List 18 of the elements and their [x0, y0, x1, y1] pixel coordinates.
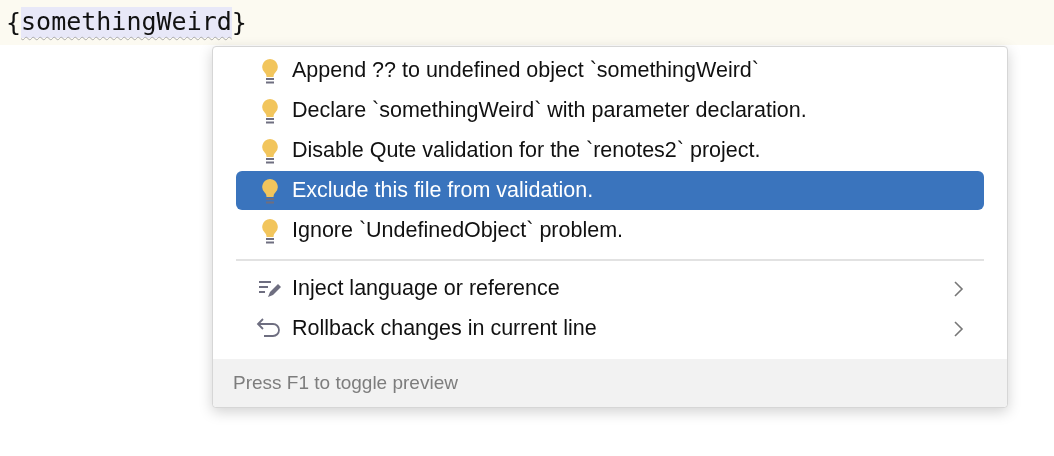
chevron-right-icon: [952, 319, 964, 338]
light-bulb-icon: [261, 217, 279, 244]
light-bulb-icon: [261, 137, 279, 164]
menu-item[interactable]: Disable Qute validation for the `renotes2` project.: [236, 131, 984, 170]
menu-item[interactable]: Rollback changes in current line: [236, 309, 984, 348]
menu-item[interactable]: Declare `somethingWeird` with parameter declaration.: [236, 91, 984, 130]
popup-footer-hint: Press F1 to toggle preview: [213, 359, 1007, 407]
menu-item[interactable]: Inject language or reference: [236, 269, 984, 308]
chevron-right-icon: [952, 279, 964, 298]
code-brace: {: [6, 8, 22, 37]
menu-item[interactable]: Ignore `UndefinedObject` problem.: [236, 211, 984, 250]
light-bulb-icon: [261, 177, 279, 204]
highlighted-identifier: somethingWeird: [21, 7, 232, 38]
menu-item[interactable]: Append ?? to undefined object `somethingWeird`: [236, 51, 984, 90]
menu-item[interactable]: Exclude this file from validation.: [236, 171, 984, 210]
light-bulb-icon: [261, 57, 279, 84]
code-brace: }: [231, 8, 247, 37]
light-bulb-icon: [261, 97, 279, 124]
